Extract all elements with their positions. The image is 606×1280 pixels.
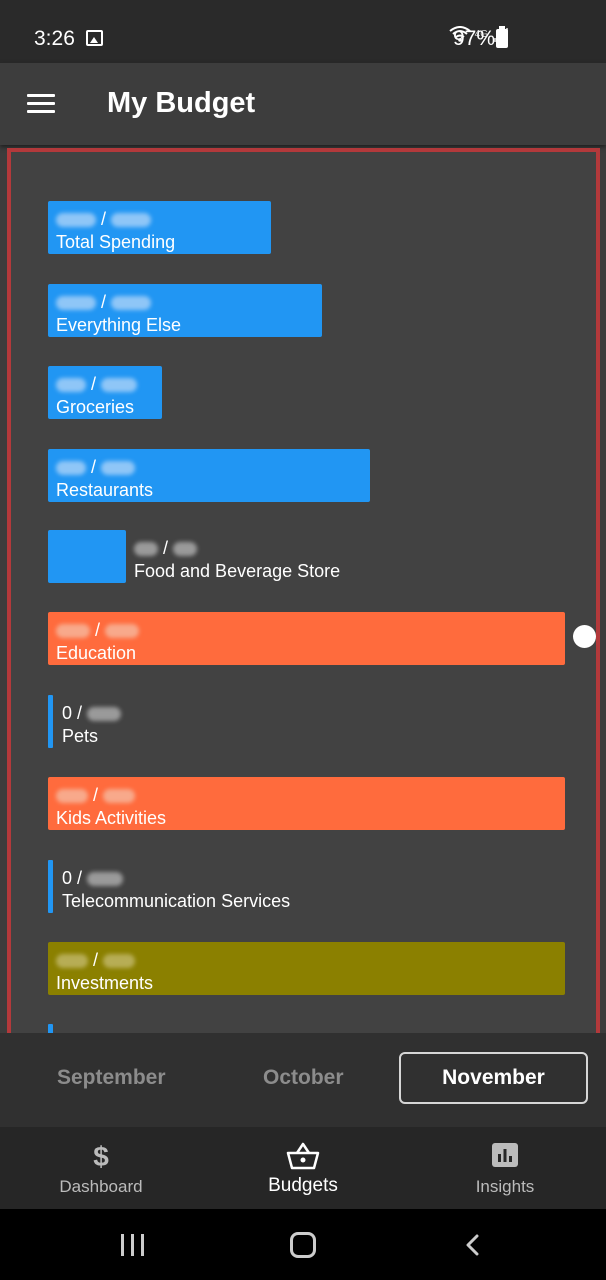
blurred-amount [173,542,198,557]
blurred-amount [56,378,86,393]
budget-label: Kids Activities [56,808,167,828]
budget-label: Everything Else [56,315,182,335]
blurred-amount [134,542,158,557]
budget-label: Total Spending [56,232,176,252]
blurred-amount [101,378,138,393]
budget-label: Restaurants [56,480,154,500]
budget-label: Food and Beverage Store [134,561,341,581]
battery-icon [496,26,508,48]
nav-dashboard[interactable]: $ Dashboard [0,1127,202,1209]
home-icon[interactable] [290,1232,316,1258]
menu-icon[interactable] [27,94,55,114]
blurred-amount [56,624,90,639]
recents-icon[interactable] [121,1234,145,1256]
image-icon [86,30,103,46]
status-bar: 3:26 4G 97% [0,0,606,63]
budget-bar-telecom[interactable] [48,860,53,913]
blurred-amount [56,789,88,804]
month-november[interactable]: November [399,1052,588,1104]
blurred-amount [56,954,88,969]
nav-budgets-label: Budgets [268,1175,338,1196]
blurred-amount [87,872,124,887]
month-september[interactable]: September [57,1066,166,1090]
month-october[interactable]: October [263,1066,344,1090]
blurred-amount [105,624,140,639]
nav-budgets[interactable]: Budgets [202,1127,404,1209]
dollar-icon: $ [93,1141,109,1171]
blurred-amount [111,296,152,311]
blurred-amount [87,707,122,722]
blurred-amount [103,954,136,969]
back-icon[interactable] [462,1234,484,1256]
scroll-handle[interactable] [573,625,596,648]
blurred-amount [101,461,136,476]
page-title: My Budget [107,87,256,119]
budget-label: Pets [62,726,99,746]
status-time: 3:26 [34,27,75,50]
budget-list[interactable]: / Total Spending / Everything Else / Gro… [7,148,600,1048]
battery-percent: 97% [453,27,496,50]
blurred-amount [56,461,86,476]
budget-label: Telecommunication Services [62,891,291,911]
budget-bar-food-beverage[interactable] [48,530,126,583]
svg-text:$: $ [93,1141,109,1171]
budget-label: Education [56,643,137,663]
blurred-amount [56,213,96,228]
budget-bar-pets[interactable] [48,695,53,748]
insights-icon [492,1143,518,1167]
budget-label: Groceries [56,397,135,417]
blurred-amount [111,213,152,228]
nav-insights[interactable]: Insights [404,1127,606,1209]
basket-icon [286,1142,320,1170]
blurred-amount [103,789,136,804]
budget-label: Investments [56,973,154,993]
nav-insights-label: Insights [475,1177,535,1196]
blurred-amount [56,296,96,311]
nav-dashboard-label: Dashboard [59,1177,143,1196]
app-bar [0,63,606,145]
